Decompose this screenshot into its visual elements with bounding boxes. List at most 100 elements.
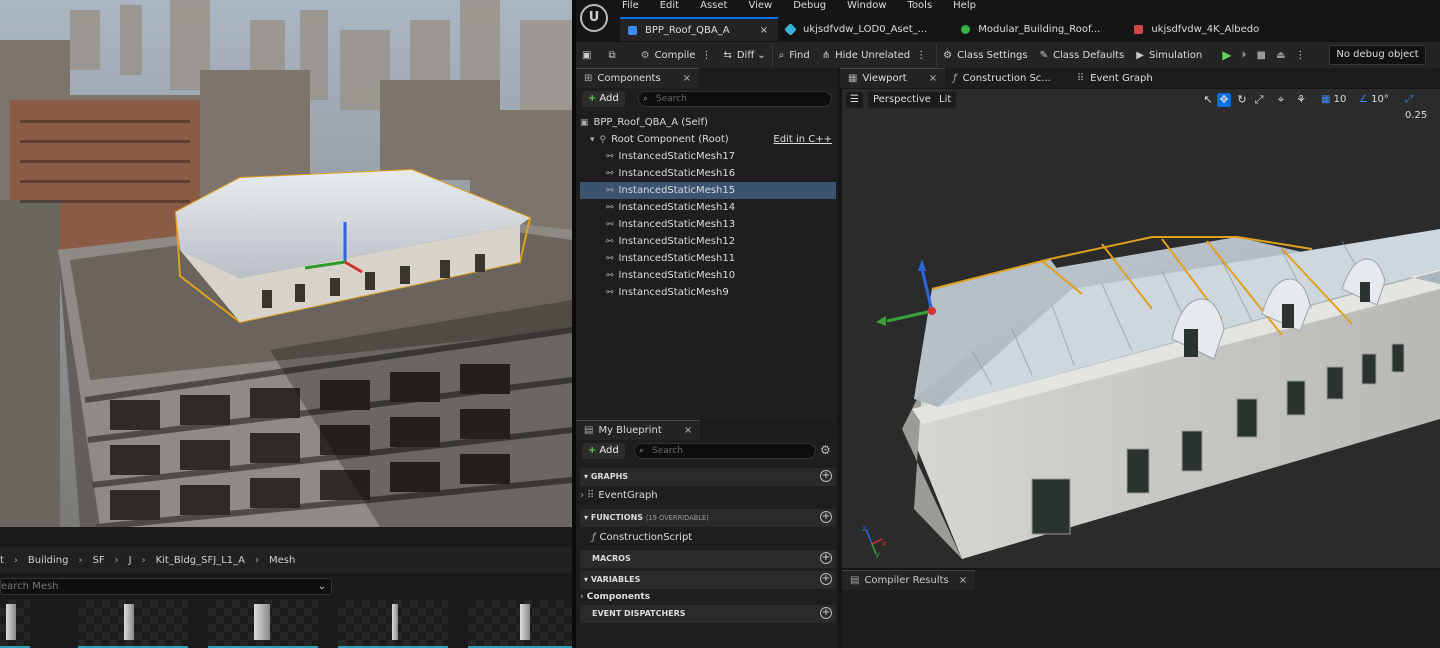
debug-object-select[interactable]: No debug object xyxy=(1329,45,1426,65)
graph-event-graph[interactable]: › ⠿ EventGraph xyxy=(580,487,836,505)
menu-asset[interactable]: Asset xyxy=(700,0,727,14)
hide-unrelated-button[interactable]: ⋔ Hide Unrelated ⋮ xyxy=(816,44,932,66)
more-options-icon[interactable]: ⋮ xyxy=(916,50,926,61)
menu-file[interactable]: File xyxy=(622,0,639,14)
variables-components[interactable]: › Components xyxy=(580,588,836,606)
menu-help[interactable]: Help xyxy=(953,0,976,14)
tree-self[interactable]: ▣ BPP_Roof_QBA_A (Self) xyxy=(580,114,836,131)
eject-icon[interactable]: ⏏ xyxy=(1276,50,1285,61)
component-item[interactable]: ⚯ InstancedStaticMesh10 xyxy=(580,267,836,284)
breadcrumb-item[interactable]: Kit_Bldg_SFJ_L1_A xyxy=(156,555,245,566)
play-icon[interactable]: ▶ xyxy=(1222,48,1231,62)
add-component-button[interactable]: + Add xyxy=(582,91,625,107)
section-graphs[interactable]: ▾ GRAPHS + xyxy=(580,468,836,486)
collapse-arrow-icon[interactable]: ▾ xyxy=(584,575,591,584)
breadcrumb-item[interactable]: J xyxy=(129,555,132,566)
close-icon[interactable]: × xyxy=(760,25,768,36)
component-item[interactable]: ⚯ InstancedStaticMesh14 xyxy=(580,199,836,216)
section-event-dispatchers[interactable]: EVENT DISPATCHERS + xyxy=(580,605,836,623)
tab-construction-script[interactable]: ƒ Construction Sc... xyxy=(945,68,1059,88)
stop-icon[interactable]: ■ xyxy=(1256,50,1265,61)
component-item[interactable]: ⚯ InstancedStaticMesh16 xyxy=(580,165,836,182)
doc-tab-bpp-roof[interactable]: BPP_Roof_QBA_A × xyxy=(620,17,778,41)
component-item[interactable]: ⚯ InstancedStaticMesh15 xyxy=(580,182,836,199)
tab-my-blueprint[interactable]: ▤ My Blueprint × xyxy=(576,420,701,440)
asset-thumbnail[interactable] xyxy=(468,600,578,648)
tree-root[interactable]: ▾ ⚲ Root Component (Root) Edit in C++ xyxy=(580,131,836,148)
diff-button[interactable]: ⇆ Diff ⌄ xyxy=(717,44,771,66)
lit-button[interactable]: Lit xyxy=(934,92,957,108)
menu-edit[interactable]: Edit xyxy=(660,0,679,14)
menu-tools[interactable]: Tools xyxy=(908,0,933,14)
browse-button[interactable]: ⧉ xyxy=(602,44,626,66)
close-icon[interactable]: × xyxy=(683,73,691,84)
section-functions[interactable]: ▾ FUNCTIONS (19 OVERRIDABLE) + xyxy=(580,509,836,527)
doc-tab-lod0[interactable]: ukjsdfvdw_LOD0_Aset_... xyxy=(778,17,937,41)
tab-event-graph[interactable]: ⠿ Event Graph xyxy=(1068,68,1161,88)
add-dispatcher-icon[interactable]: + xyxy=(820,607,832,619)
asset-thumbnail[interactable] xyxy=(78,600,188,648)
my-blueprint-search-input[interactable]: ⌕ Search xyxy=(634,443,816,459)
expand-arrow-icon[interactable]: ▾ xyxy=(590,132,595,149)
viewport-menu-icon[interactable]: ☰ xyxy=(846,92,863,108)
tab-components[interactable]: ⊞ Components × xyxy=(576,68,700,88)
scale-icon[interactable]: ⤢ xyxy=(1252,93,1266,107)
world-local-icon[interactable]: ⌖ xyxy=(1274,93,1288,107)
doc-tab-modular-roof[interactable]: Modular_Building_Roof... xyxy=(953,17,1110,41)
collapse-arrow-icon[interactable]: ▾ xyxy=(584,513,591,522)
add-graph-icon[interactable]: + xyxy=(820,470,832,482)
save-button[interactable]: ▣ xyxy=(576,44,602,66)
add-function-icon[interactable]: + xyxy=(820,511,832,523)
edit-in-cpp-link[interactable]: Edit in C++ xyxy=(773,131,832,148)
rotate-icon[interactable]: ↻ xyxy=(1235,93,1249,107)
collapse-arrow-icon[interactable]: ▾ xyxy=(584,472,591,481)
add-macro-icon[interactable]: + xyxy=(820,552,832,564)
close-icon[interactable]: × xyxy=(959,575,967,586)
class-settings-button[interactable]: ⚙ Class Settings xyxy=(936,44,1033,66)
breadcrumb-item[interactable]: SF xyxy=(93,555,105,566)
more-options-icon[interactable]: ⋮ xyxy=(1295,50,1305,61)
class-defaults-button[interactable]: ✎ Class Defaults xyxy=(1034,44,1131,66)
component-item[interactable]: ⚯ InstancedStaticMesh13 xyxy=(580,216,836,233)
rotation-snap-button[interactable]: ∠ 10° xyxy=(1354,92,1394,108)
section-macros[interactable]: MACROS + xyxy=(580,550,836,568)
close-icon[interactable]: × xyxy=(684,425,692,436)
menu-debug[interactable]: Debug xyxy=(793,0,826,14)
tab-viewport[interactable]: ▦ Viewport × xyxy=(840,68,946,88)
find-button[interactable]: ⌕ Find xyxy=(771,44,816,66)
breadcrumb-item[interactable]: Mesh xyxy=(269,555,295,566)
search-mesh-input[interactable]: earch Mesh ⌄ xyxy=(0,578,332,595)
breadcrumb-item[interactable]: t xyxy=(0,555,4,566)
more-options-icon[interactable]: ⋮ xyxy=(701,50,711,61)
chevron-down-icon[interactable]: ⌄ xyxy=(318,579,326,594)
section-variables[interactable]: ▾ VARIABLES + xyxy=(580,571,836,589)
blueprint-viewport[interactable]: z x y ☰ Perspective Lit ↖ ✥ ↻ ⤢ ⌖ ⚘ ▦ 10… xyxy=(842,89,1440,568)
menu-window[interactable]: Window xyxy=(847,0,886,14)
menu-view[interactable]: View xyxy=(748,0,772,14)
simulation-button[interactable]: ▶ Simulation xyxy=(1130,44,1208,66)
settings-gear-icon[interactable]: ⚙ xyxy=(820,443,831,457)
component-item[interactable]: ⚯ InstancedStaticMesh12 xyxy=(580,233,836,250)
surface-snap-icon[interactable]: ⚘ xyxy=(1294,93,1308,107)
add-variable-icon[interactable]: + xyxy=(820,573,832,585)
level-viewport[interactable] xyxy=(0,0,572,527)
compile-button[interactable]: ⚙ Compile ⋮ xyxy=(635,44,718,66)
tab-compiler-results[interactable]: ▤ Compiler Results × xyxy=(842,570,976,590)
function-construction-script[interactable]: ƒ ConstructionScript xyxy=(580,529,836,547)
doc-tab-albedo[interactable]: ukjsdfvdw_4K_Albedo xyxy=(1126,17,1269,41)
component-item[interactable]: ⚯ InstancedStaticMesh9 xyxy=(580,284,836,301)
close-icon[interactable]: × xyxy=(929,73,937,84)
component-item[interactable]: ⚯ InstancedStaticMesh17 xyxy=(580,148,836,165)
grid-snap-button[interactable]: ▦ 10 xyxy=(1316,92,1351,108)
translate-icon[interactable]: ✥ xyxy=(1217,93,1231,107)
asset-thumbnail[interactable] xyxy=(208,600,318,648)
perspective-button[interactable]: Perspective xyxy=(868,92,936,108)
scale-snap-button[interactable]: ⤢ 0.25 xyxy=(1400,92,1440,121)
components-search-input[interactable]: ⌕ Search xyxy=(638,91,832,107)
step-icon[interactable]: ⏵ xyxy=(1241,50,1246,61)
asset-thumbnail[interactable] xyxy=(0,600,30,648)
component-item[interactable]: ⚯ InstancedStaticMesh11 xyxy=(580,250,836,267)
select-icon[interactable]: ↖ xyxy=(1201,93,1215,107)
breadcrumb-item[interactable]: Building xyxy=(28,555,69,566)
add-blueprint-item-button[interactable]: + Add xyxy=(582,443,625,459)
